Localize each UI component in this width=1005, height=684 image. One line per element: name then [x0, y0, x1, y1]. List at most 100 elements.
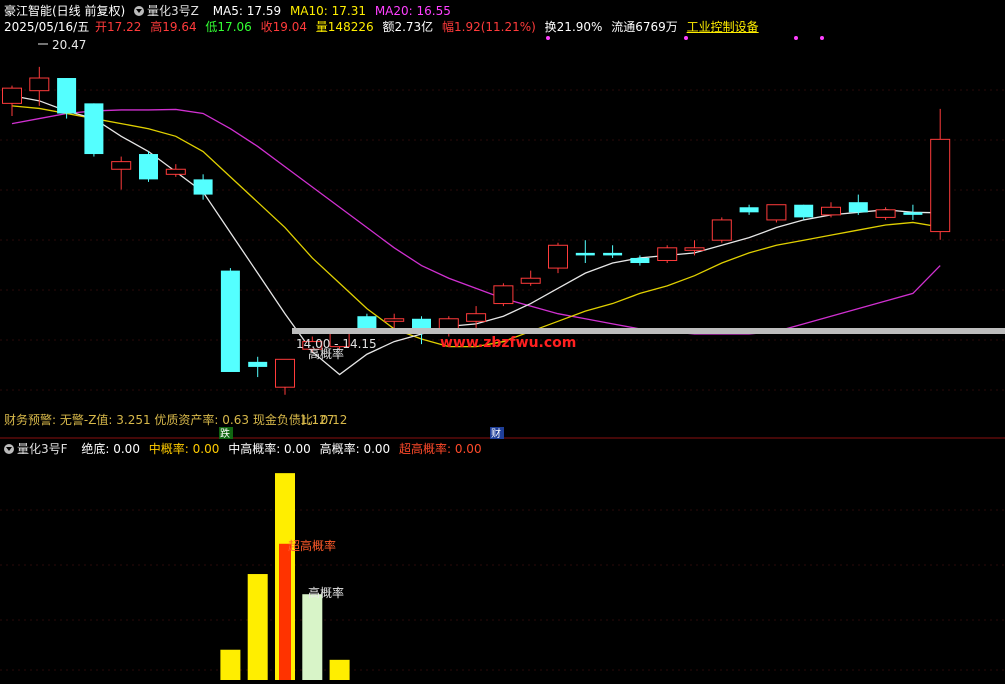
candle-body [139, 154, 158, 180]
candle[interactable] [548, 242, 568, 274]
ma10-value: MA10: 17.31 [289, 4, 366, 18]
candle-body [821, 206, 841, 216]
cai-badge-text: 财 [491, 427, 501, 440]
chevron-down-icon[interactable] [4, 444, 14, 454]
candle-body [766, 204, 787, 221]
lower-label-bottom: 高概率 [308, 585, 344, 600]
header-row-2: 2025/05/16/五 开17.22 高19.64 低17.06 收19.04… [4, 19, 764, 35]
open: 开17.22 [95, 20, 142, 34]
candle[interactable] [575, 240, 595, 264]
candle[interactable] [794, 204, 814, 220]
chevron-down-icon[interactable] [134, 6, 145, 16]
probability-bar [279, 543, 291, 680]
candle[interactable] [220, 268, 240, 372]
candle-body [248, 361, 268, 367]
candle[interactable] [603, 245, 623, 258]
indicator-name: 量化3号Z [147, 4, 199, 18]
candle-body [848, 202, 868, 213]
date: 2025/05/16/五 [4, 20, 90, 34]
candle-body [575, 252, 595, 256]
candle-body [794, 204, 814, 218]
candle-body [930, 138, 951, 233]
candle-body [193, 179, 213, 195]
candle[interactable] [848, 194, 868, 215]
candle-body [903, 212, 923, 215]
lower-label-top: 超高概率 [288, 538, 336, 553]
candle-body [493, 285, 514, 305]
sector-link[interactable]: 工业控制设备 [687, 20, 759, 34]
event-dots [546, 36, 824, 40]
candle[interactable] [739, 204, 759, 215]
high: 高19.64 [150, 20, 197, 34]
die-badge-text: 跌 [220, 427, 230, 440]
candle[interactable] [57, 78, 77, 119]
candle[interactable] [930, 108, 951, 240]
turnover: 换21.90% [544, 20, 603, 34]
candle[interactable] [193, 174, 213, 200]
candle[interactable] [766, 204, 787, 223]
candle[interactable] [903, 204, 923, 220]
probability-bar [220, 649, 241, 680]
overlap-text: 1.127 [300, 413, 334, 427]
medium-prob: 中概率: 0.00 [148, 442, 220, 456]
volume: 量148226 [315, 20, 374, 34]
candle-body [29, 77, 50, 92]
candle[interactable] [139, 151, 158, 182]
indicator-toggle[interactable]: 量化3号Z [134, 4, 204, 18]
lower-header: 量化3号F 绝底: 0.00 中概率: 0.00 中高概率: 0.00 高概率:… [4, 441, 487, 457]
candle-body [875, 209, 896, 218]
candle[interactable] [493, 283, 514, 307]
high-price-label: 20.47 [52, 38, 86, 52]
support-bar [292, 328, 1005, 334]
candle[interactable] [821, 202, 841, 218]
change: 幅1.92(11.21%) [442, 20, 536, 34]
probability-bar [247, 574, 268, 680]
candle-body [412, 318, 431, 329]
candle[interactable] [111, 156, 132, 190]
candle-body [220, 270, 240, 372]
header-row-1: 豪江智能(日线 前复权) 量化3号Z MA5: 17.59 MA10: 17.3… [4, 3, 456, 19]
kline-chart[interactable]: 20.47 14.00 - 14.15 高概率 www.zbzfwu.com 财… [0, 0, 1005, 680]
low: 低17.06 [205, 20, 252, 34]
close: 收19.04 [260, 20, 307, 34]
candle-body [84, 103, 104, 155]
candle-body [2, 87, 22, 104]
chart-area[interactable]: 20.47 14.00 - 14.15 高概率 www.zbzfwu.com 财… [0, 0, 1005, 680]
candle-body [357, 316, 377, 329]
lower-indicator-toggle[interactable]: 量化3号F [4, 442, 73, 456]
candle[interactable] [84, 103, 104, 157]
mid-high-prob: 中高概率: 0.00 [228, 442, 311, 456]
candle[interactable] [2, 85, 22, 117]
candle[interactable] [657, 245, 678, 264]
high-prob-label: 高概率 [308, 346, 344, 361]
candle[interactable] [875, 207, 896, 220]
stock-name: 豪江智能(日线 前复权) [4, 4, 126, 18]
candle[interactable] [466, 306, 487, 329]
candle-body [111, 161, 132, 170]
candle-body [165, 168, 186, 175]
candle-body [603, 252, 623, 256]
financial-warning: 财务预警: 无警-Z值: 3.251 优质资产率: 0.63 现金负债比: 0.… [4, 412, 347, 427]
candle-body [657, 247, 678, 261]
candle-body [57, 78, 77, 114]
candle-body [520, 277, 541, 284]
candle-body [739, 207, 759, 213]
candle[interactable] [711, 217, 732, 243]
absolute-bottom: 绝底: 0.00 [81, 442, 140, 456]
candle[interactable] [520, 270, 541, 286]
candle-body [275, 358, 295, 388]
candle-body [384, 318, 405, 322]
high-prob: 高概率: 0.00 [319, 442, 391, 456]
probability-bar [329, 659, 350, 680]
watermark: www.zbzfwu.com [440, 335, 576, 351]
float-shares: 流通6769万 [611, 20, 678, 34]
super-high-prob: 超高概率: 0.00 [399, 442, 482, 456]
amount: 额2.73亿 [382, 20, 434, 34]
candle-body [548, 244, 568, 269]
probability-bar [302, 594, 323, 680]
candle-body [466, 313, 487, 322]
ma20-line [11, 108, 941, 335]
candle[interactable] [248, 356, 268, 378]
candle[interactable] [275, 358, 295, 395]
candle-body [711, 219, 732, 241]
